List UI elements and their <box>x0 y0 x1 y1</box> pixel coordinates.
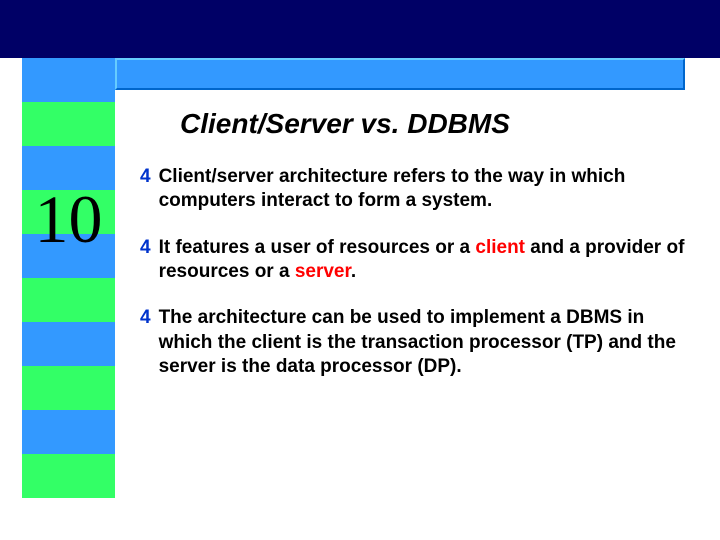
stripe-blue <box>22 322 115 366</box>
left-stripe-column <box>22 58 115 498</box>
stripe-blue <box>22 58 115 102</box>
check-icon: 4 <box>140 306 151 330</box>
bullet-text: The architecture can be used to implemen… <box>159 306 695 379</box>
list-item: 4 It features a user of resources or a c… <box>140 236 695 285</box>
check-icon: 4 <box>140 236 151 260</box>
page-number: 10 <box>22 185 115 253</box>
stripe-green <box>22 454 115 498</box>
bullet-text: Client/server architecture refers to the… <box>159 165 695 214</box>
stripe-green <box>22 102 115 146</box>
slide-title: Client/Server vs. DDBMS <box>180 108 680 140</box>
bullet-list: 4 Client/server architecture refers to t… <box>140 165 695 401</box>
stripe-blue <box>22 410 115 454</box>
bullet-text: It features a user of resources or a cli… <box>159 236 695 285</box>
header-blue-bar <box>115 58 685 90</box>
check-icon: 4 <box>140 165 151 189</box>
stripe-green <box>22 278 115 322</box>
list-item: 4 The architecture can be used to implem… <box>140 306 695 379</box>
stripe-green <box>22 366 115 410</box>
header-dark-band <box>0 0 720 58</box>
list-item: 4 Client/server architecture refers to t… <box>140 165 695 214</box>
